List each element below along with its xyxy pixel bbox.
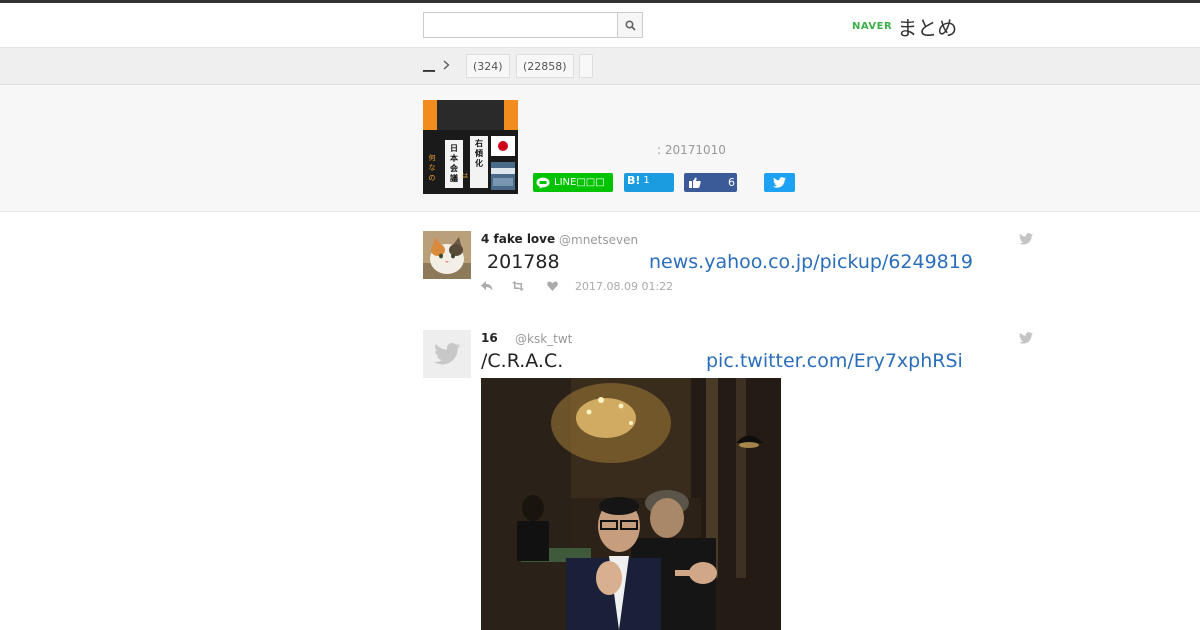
chevron-right-icon	[443, 60, 450, 70]
svg-text:化: 化	[475, 158, 483, 168]
svg-text:日: 日	[450, 144, 458, 153]
tweet-text: 201788	[481, 251, 560, 273]
hatena-bookmark-button[interactable]: B! 1	[624, 173, 674, 192]
svg-text:の: の	[429, 174, 436, 182]
svg-text:会: 会	[450, 163, 458, 173]
tweet-timestamp[interactable]: 2017.08.09 01:22	[575, 280, 673, 293]
tweet-actions: 2017.08.09 01:22	[481, 279, 673, 293]
site-header: NAVER まとめ	[0, 3, 1200, 48]
line-icon	[536, 177, 550, 189]
svg-text:本: 本	[449, 153, 458, 163]
breadcrumb: __ (324) (22858)	[0, 48, 1200, 85]
reply-icon[interactable]	[481, 281, 493, 291]
tweet-text: /C.R.A.C.	[481, 350, 564, 372]
search-input[interactable]	[424, 13, 618, 37]
twitter-bird-icon[interactable]	[1019, 332, 1033, 344]
svg-text:右: 右	[474, 138, 483, 148]
twitter-bird-icon	[773, 177, 786, 188]
like-count: 6	[728, 176, 735, 189]
naver-matome-logo[interactable]: NAVER まとめ	[852, 11, 957, 41]
svg-text:傾: 傾	[474, 148, 484, 158]
avatar[interactable]	[423, 330, 471, 378]
tweet-author-name[interactable]: 4 fake love	[481, 232, 555, 246]
tag-chip-3[interactable]	[579, 54, 593, 78]
svg-text:議: 議	[450, 173, 458, 183]
tag-chip-1[interactable]: (324)	[466, 54, 510, 78]
logo-naver: NAVER	[852, 20, 893, 32]
tweet-share-button[interactable]	[764, 173, 795, 192]
tweet-link[interactable]: pic.twitter.com/Ery7xphRSi	[706, 350, 963, 372]
tweet-link[interactable]: news.yahoo.co.jp/pickup/6249819	[649, 251, 973, 273]
matome-summary: 右 傾 化 日 本 会 議 何 な の は : 20171010 LINE□□□…	[0, 85, 1200, 212]
svg-text:は: は	[462, 173, 468, 180]
tweet-card: 16 @ksk_twt /C.R.A.C. pic.twitter.com/Er…	[423, 330, 1033, 630]
line-share-label: LINE□□□	[554, 177, 605, 188]
matome-cover-image: 右 傾 化 日 本 会 議 何 な の は	[423, 100, 518, 194]
hatena-icon: B!	[627, 174, 641, 187]
twitter-bird-icon[interactable]	[1019, 233, 1033, 245]
avatar[interactable]	[423, 231, 471, 279]
tweet-photo[interactable]	[481, 378, 781, 630]
svg-text:な: な	[429, 164, 436, 172]
facebook-like-button[interactable]: 6	[684, 173, 737, 192]
search-button[interactable]	[617, 13, 642, 37]
tweet-card: 4 fake love @mnetseven 201788 news.yahoo…	[423, 231, 1033, 301]
svg-text:何: 何	[429, 153, 436, 162]
logo-matome: まとめ	[897, 15, 958, 40]
retweet-icon[interactable]	[511, 281, 525, 291]
tweet-author-handle[interactable]: @mnetseven	[559, 233, 638, 247]
thumbs-up-icon	[689, 177, 701, 188]
tweet-author-name[interactable]: 16	[481, 331, 498, 345]
hatena-count: 1	[643, 175, 650, 186]
tweet-author-handle[interactable]: @ksk_twt	[515, 332, 572, 346]
updated-date: : 20171010	[657, 143, 726, 157]
tag-chip-2[interactable]: (22858)	[516, 54, 574, 78]
breadcrumb-home-link[interactable]: __	[423, 58, 435, 72]
heart-icon[interactable]	[547, 281, 558, 291]
search-icon	[624, 19, 636, 31]
search-form	[423, 12, 643, 38]
line-share-button[interactable]: LINE□□□	[533, 173, 613, 192]
